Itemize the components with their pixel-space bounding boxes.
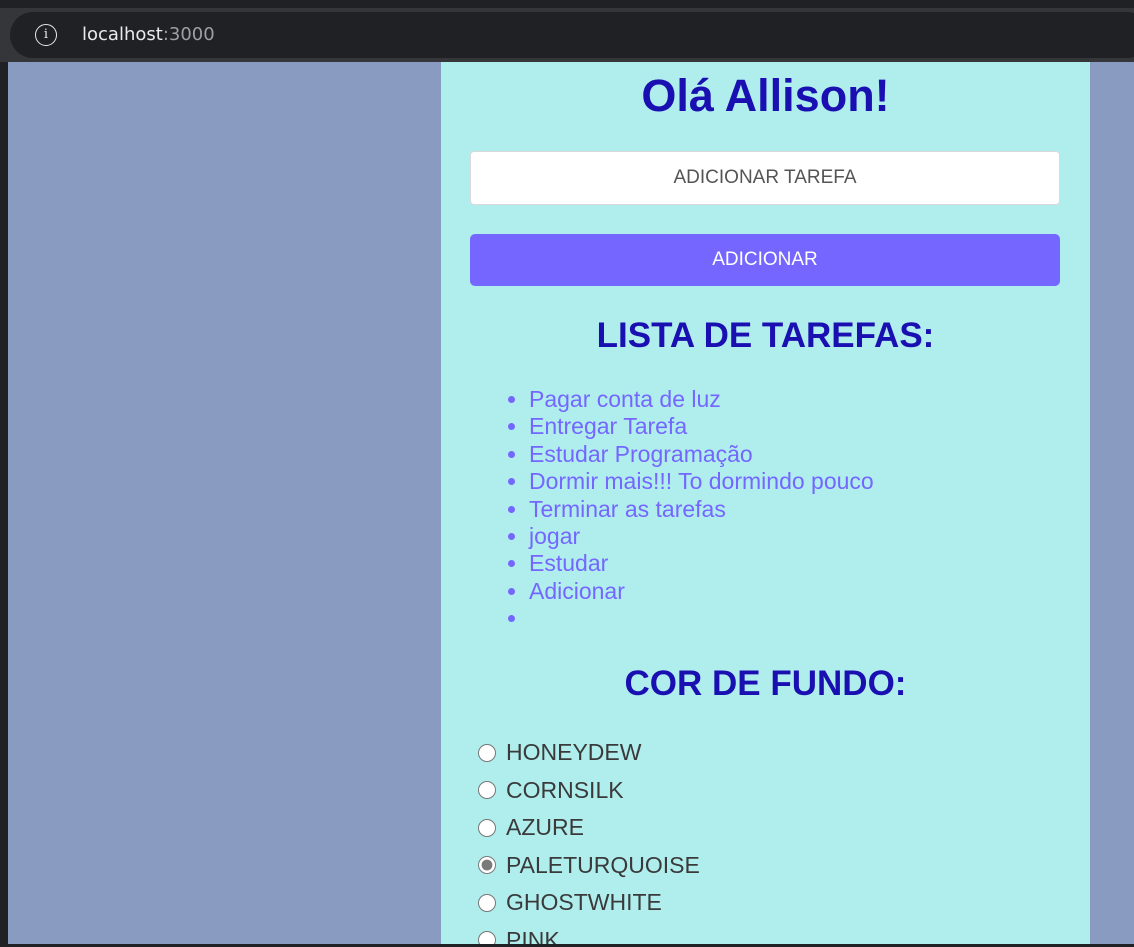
window-frame	[0, 0, 1134, 8]
address-bar[interactable]: i localhost:3000	[10, 12, 1134, 58]
task-item: Dormir mais!!! To dormindo pouco	[529, 468, 874, 495]
color-option-label: GHOSTWHITE	[506, 889, 662, 916]
color-option-ghostwhite[interactable]: GHOSTWHITE	[478, 884, 700, 922]
browser-toolbar: i localhost:3000	[0, 0, 1134, 62]
color-option-azure[interactable]: AZURE	[478, 809, 700, 847]
task-item	[529, 605, 874, 632]
color-radio[interactable]	[478, 743, 496, 762]
color-radio[interactable]	[478, 818, 496, 837]
background-color-options: HONEYDEW CORNSILK AZURE PALETURQUOISE GHOSTW…	[478, 734, 700, 944]
window-frame-left	[0, 62, 8, 947]
background-color-title: COR DE FUNDO:	[624, 664, 907, 703]
color-option-label: HONEYDEW	[506, 739, 642, 766]
task-list-title: LISTA DE TAREFAS:	[596, 316, 935, 355]
info-icon[interactable]: i	[35, 24, 57, 46]
task-input[interactable]	[470, 151, 1060, 205]
task-item: Adicionar	[529, 578, 874, 605]
task-item: Terminar as tarefas	[529, 496, 874, 523]
color-option-honeydew[interactable]: HONEYDEW	[478, 734, 700, 772]
color-option-paleturquoise[interactable]: PALETURQUOISE	[478, 847, 700, 885]
color-option-label: AZURE	[506, 814, 584, 841]
task-item: Pagar conta de luz	[529, 386, 874, 413]
task-item: Estudar Programação	[529, 441, 874, 468]
color-option-label: PALETURQUOISE	[506, 851, 700, 878]
color-option-cornsilk[interactable]: CORNSILK	[478, 772, 700, 810]
color-radio[interactable]	[478, 856, 496, 875]
task-item: jogar	[529, 523, 874, 550]
add-task-button[interactable]: ADICIONAR	[470, 234, 1060, 286]
todo-panel: Olá Allison! ADICIONAR LISTA DE TAREFAS:…	[441, 62, 1090, 944]
task-item: Entregar Tarefa	[529, 413, 874, 440]
greeting-title: Olá Allison!	[641, 70, 890, 121]
color-option-label: CORNSILK	[506, 776, 624, 803]
page-viewport: Olá Allison! ADICIONAR LISTA DE TAREFAS:…	[8, 62, 1134, 944]
color-radio[interactable]	[478, 931, 496, 944]
url-host: localhost	[82, 24, 163, 45]
task-item: Estudar	[529, 550, 874, 577]
color-option-label: PINK	[506, 926, 560, 944]
color-radio[interactable]	[478, 893, 496, 912]
url-port: :3000	[162, 24, 215, 45]
color-radio[interactable]	[478, 781, 496, 800]
url-text[interactable]: localhost:3000	[82, 24, 215, 46]
task-list: Pagar conta de luzEntregar TarefaEstudar…	[529, 386, 874, 633]
color-option-pink[interactable]: PINK	[478, 922, 700, 944]
